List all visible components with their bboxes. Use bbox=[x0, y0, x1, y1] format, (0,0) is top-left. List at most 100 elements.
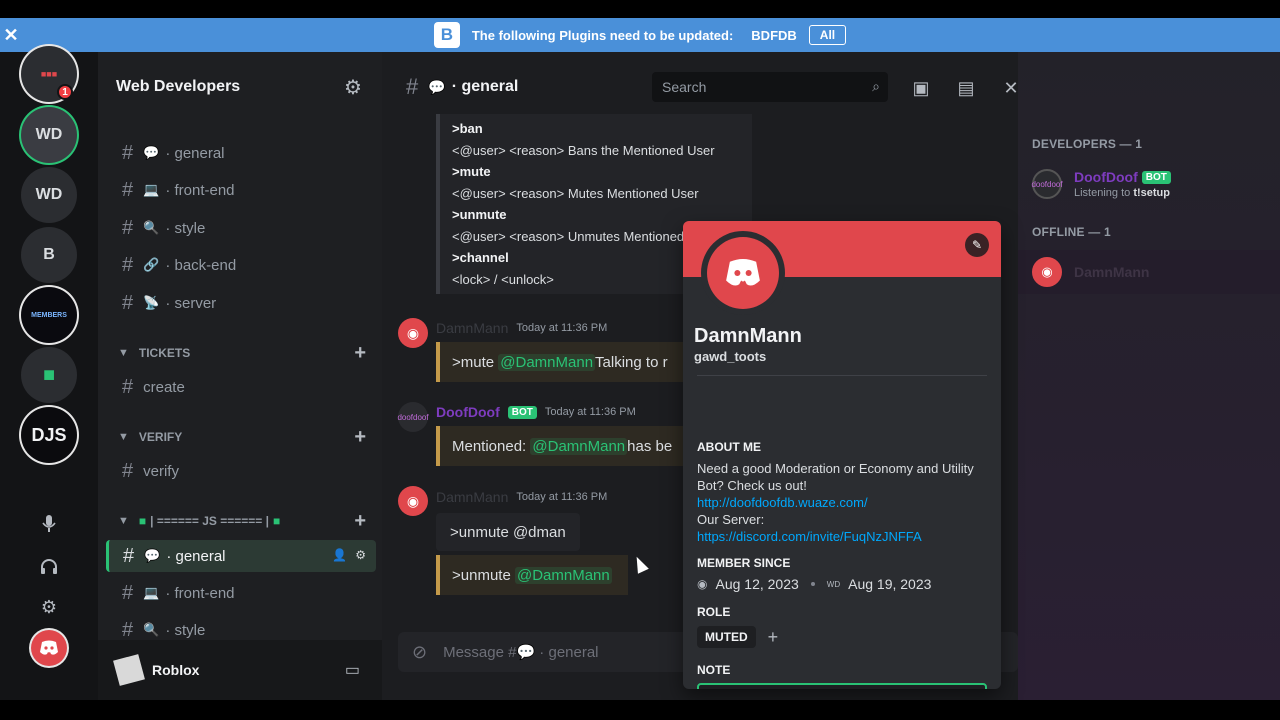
avatar[interactable]: ◉ bbox=[398, 486, 428, 516]
message-header: DamnMann Today at 11:36 PM bbox=[436, 320, 607, 336]
chevron-down-icon: ▼ bbox=[118, 515, 129, 527]
category-js[interactable]: ▼ ■ | ====== JS ====== | ■ + bbox=[118, 510, 378, 532]
add-channel-plus-icon[interactable]: + bbox=[354, 342, 366, 364]
server-label: MEMBERS bbox=[31, 311, 67, 319]
folder-icon[interactable]: ■ bbox=[21, 347, 77, 403]
channel-style[interactable]: # 🔍 · style bbox=[108, 212, 378, 244]
message-author[interactable]: DamnMann bbox=[436, 320, 508, 336]
server-icon: WD bbox=[826, 579, 841, 589]
category-tickets[interactable]: ▼ TICKETS + bbox=[118, 342, 378, 364]
hash-icon: # bbox=[122, 253, 134, 276]
channel-general[interactable]: # 💬 · general bbox=[108, 137, 378, 169]
discord-icon: ◉ bbox=[697, 577, 708, 591]
channel-front-end-js[interactable]: # 💻 · front-end bbox=[108, 577, 378, 609]
member-group-header: OFFLINE — 1 bbox=[1032, 225, 1111, 239]
screen-share-icon[interactable]: ▭ bbox=[345, 660, 360, 680]
channel-emoji: 💻 bbox=[143, 182, 160, 197]
add-role-plus-icon[interactable]: + bbox=[768, 627, 779, 648]
update-all-button[interactable]: All bbox=[808, 25, 847, 45]
channel-back-end[interactable]: # 🔗 · back-end bbox=[108, 249, 378, 281]
microphone-icon[interactable] bbox=[37, 512, 61, 536]
message-header: DoofDoof BOT Today at 11:36 PM bbox=[436, 404, 636, 420]
user-mention[interactable]: @DamnMann bbox=[514, 566, 612, 584]
member-row[interactable]: doofdoof DoofDoof BOT Listening to t!set… bbox=[1018, 162, 1280, 206]
message-content: >unmute @dman bbox=[436, 513, 580, 551]
channel-emoji: 📡 bbox=[143, 295, 160, 310]
separator-dot bbox=[810, 582, 815, 586]
hash-icon: # bbox=[123, 544, 135, 567]
channel-label: create bbox=[143, 378, 185, 396]
server-icon-djs[interactable]: DJS bbox=[21, 407, 77, 463]
close-notice-button[interactable]: ✕ bbox=[2, 24, 20, 46]
channel-server[interactable]: # 📡 · server bbox=[108, 287, 378, 319]
about-me-text: Need a good Moderation or Economy and Ut… bbox=[697, 460, 987, 545]
member-group-header: DEVELOPERS — 1 bbox=[1032, 137, 1143, 151]
user-mention[interactable]: @DamnMann bbox=[530, 437, 628, 455]
channel-label: · server bbox=[165, 294, 217, 312]
channel-general-active[interactable]: # 💬 · general 👤 ⚙ bbox=[106, 540, 376, 572]
betterdiscord-logo-icon: B bbox=[433, 22, 460, 48]
channel-create[interactable]: # create bbox=[108, 371, 378, 403]
inbox-icon[interactable]: ▣ bbox=[909, 76, 933, 100]
embed-text: >unmute bbox=[452, 566, 511, 584]
role-pill[interactable]: MUTED bbox=[697, 626, 756, 648]
invite-link[interactable]: https://discord.com/invite/FuqNzJNFFA bbox=[697, 528, 987, 545]
server-icon-members[interactable]: MEMBERS bbox=[21, 287, 77, 343]
headphones-icon[interactable] bbox=[37, 554, 61, 578]
embed-text: has be bbox=[627, 437, 673, 455]
category-label: | ====== JS ====== | bbox=[150, 514, 269, 528]
composer-placeholder: Message #💬 · general bbox=[443, 644, 599, 661]
about-link[interactable]: http://doofdoofdb.wuaze.com/ bbox=[697, 494, 987, 511]
message-timestamp: Today at 11:36 PM bbox=[544, 406, 636, 418]
notice-text: The following Plugins need to be updated… bbox=[471, 27, 734, 43]
notice-plugin-name[interactable]: BDFDB bbox=[751, 28, 797, 43]
server-name: Web Developers bbox=[116, 78, 241, 95]
avatar[interactable]: doofdoof bbox=[397, 402, 429, 432]
hash-icon: # bbox=[122, 291, 134, 314]
channel-front-end[interactable]: # 💻 · front-end bbox=[108, 174, 378, 206]
member-status: Listening to t!setup bbox=[1074, 187, 1171, 199]
bot-tag: BOT bbox=[1141, 170, 1171, 184]
message-text: >unmute @dman bbox=[450, 523, 566, 541]
avatar[interactable]: ◉ bbox=[398, 318, 428, 348]
member-row-selected[interactable]: ◉ DamnMann bbox=[1018, 250, 1280, 294]
profile-avatar[interactable] bbox=[701, 231, 785, 315]
message-author[interactable]: DoofDoof bbox=[436, 404, 500, 420]
category-verify[interactable]: ▼ VERIFY + bbox=[118, 426, 378, 448]
channel-verify[interactable]: # verify bbox=[108, 455, 378, 487]
member-name: DoofDoof bbox=[1074, 169, 1138, 185]
server-icon-wd-active[interactable]: WD bbox=[21, 107, 77, 163]
channel-emoji: 🔗 bbox=[143, 257, 160, 272]
server-settings-gear-icon[interactable]: ⚙ bbox=[342, 76, 364, 99]
search-placeholder: Search bbox=[662, 79, 707, 95]
member-since-header: MEMBER SINCE bbox=[697, 556, 791, 570]
chat-header: # 💬 · general Search ⌕ ▣ ▤ ✕ ⚲ 👥 bbox=[382, 52, 1112, 122]
server-icon-1[interactable]: ■■■ 1 bbox=[21, 46, 77, 102]
user-name: Roblox bbox=[152, 662, 200, 678]
edit-pencil-icon[interactable]: ✎ bbox=[965, 233, 989, 257]
gear-icon[interactable]: ⚙ bbox=[37, 595, 61, 619]
message-author[interactable]: DamnMann bbox=[436, 489, 508, 505]
server-label: WD bbox=[35, 186, 63, 203]
add-channel-plus-icon[interactable]: + bbox=[354, 510, 366, 532]
note-input[interactable] bbox=[697, 683, 987, 689]
discord-icon[interactable] bbox=[31, 630, 67, 666]
threads-icon[interactable]: ▤ bbox=[954, 76, 978, 100]
server-icon-wd[interactable]: WD bbox=[21, 167, 77, 223]
attach-icon[interactable]: ⊘ bbox=[412, 642, 427, 663]
channel-settings-gear-icon[interactable]: ⚙ bbox=[355, 548, 366, 562]
server-icon-b[interactable]: B bbox=[21, 227, 77, 283]
embed-text: Talking to r bbox=[595, 353, 668, 371]
user-mention[interactable]: @DamnMann bbox=[498, 353, 596, 371]
add-channel-plus-icon[interactable]: + bbox=[354, 426, 366, 448]
message-timestamp: Today at 11:36 PM bbox=[516, 491, 608, 503]
invite-icon[interactable]: 👤 bbox=[332, 548, 347, 562]
server-join-date: Aug 19, 2023 bbox=[848, 576, 932, 592]
hash-icon: # bbox=[122, 141, 134, 164]
member-name: DamnMann bbox=[1074, 264, 1150, 280]
search-input[interactable]: Search ⌕ bbox=[652, 72, 888, 102]
avatar[interactable] bbox=[113, 654, 145, 686]
search-icon: ⌕ bbox=[872, 78, 880, 94]
server-header[interactable]: Web Developers ⚙ bbox=[98, 52, 382, 122]
message-embed: >unmute @DamnMann bbox=[436, 555, 628, 595]
